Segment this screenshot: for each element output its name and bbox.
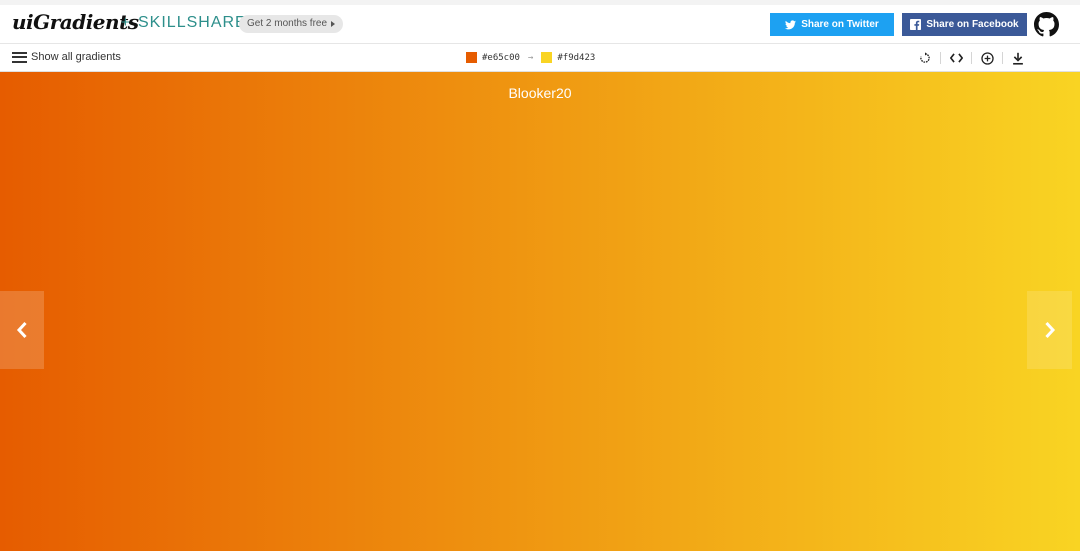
plus-sign: + — [121, 14, 130, 31]
facebook-icon — [910, 19, 922, 30]
add-gradient-button[interactable] — [976, 50, 998, 66]
chevron-right-icon — [1044, 321, 1055, 339]
uigradients-logo[interactable]: uiGradients — [12, 10, 139, 34]
get-css-button[interactable] — [945, 50, 967, 66]
skillshare-logo[interactable]: SKILLSHARE — [138, 14, 247, 32]
facebook-label: Share on Facebook — [926, 19, 1019, 30]
share-facebook-button[interactable]: Share on Facebook — [902, 13, 1027, 36]
color-code-from[interactable]: #e65c00 — [482, 53, 520, 63]
gradient-name: Blooker20 — [508, 85, 572, 101]
promo-badge[interactable]: Get 2 months free — [239, 15, 344, 33]
add-icon — [980, 51, 994, 65]
gradient-toolbar: Show all gradients #e65c00 → #f9d423 — [0, 44, 1080, 72]
hamburger-icon — [12, 51, 27, 63]
show-all-gradients-button[interactable]: Show all gradients — [12, 51, 121, 63]
color-swatch-from[interactable] — [466, 52, 477, 63]
top-strip — [0, 0, 1080, 5]
rotate-icon — [920, 52, 930, 63]
tool-divider — [1002, 52, 1003, 64]
download-icon — [1013, 52, 1023, 65]
tool-divider — [940, 52, 941, 64]
next-gradient-button[interactable] — [1027, 291, 1072, 369]
tool-buttons — [914, 50, 1029, 66]
promo-label: Get 2 months free — [247, 18, 328, 29]
gradient-colors: #e65c00 → #f9d423 — [466, 52, 595, 63]
download-button[interactable] — [1007, 50, 1029, 66]
twitter-icon — [785, 19, 797, 29]
gradient-preview: Blooker20 — [0, 72, 1080, 551]
code-icon — [949, 53, 963, 63]
github-icon[interactable] — [1034, 12, 1059, 37]
caret-right-icon — [331, 21, 336, 27]
color-code-to[interactable]: #f9d423 — [557, 53, 595, 63]
arrow-right-icon: → — [527, 52, 534, 63]
share-twitter-button[interactable]: Share on Twitter — [770, 13, 894, 36]
show-all-label: Show all gradients — [31, 51, 121, 63]
previous-gradient-button[interactable] — [0, 291, 44, 369]
color-swatch-to[interactable] — [541, 52, 553, 63]
chevron-left-icon — [16, 321, 27, 339]
tool-divider — [971, 52, 972, 64]
twitter-label: Share on Twitter — [801, 19, 879, 30]
top-navbar: uiGradients + SKILLSHARE Get 2 months fr… — [0, 0, 1080, 44]
rotate-button[interactable] — [914, 50, 936, 66]
